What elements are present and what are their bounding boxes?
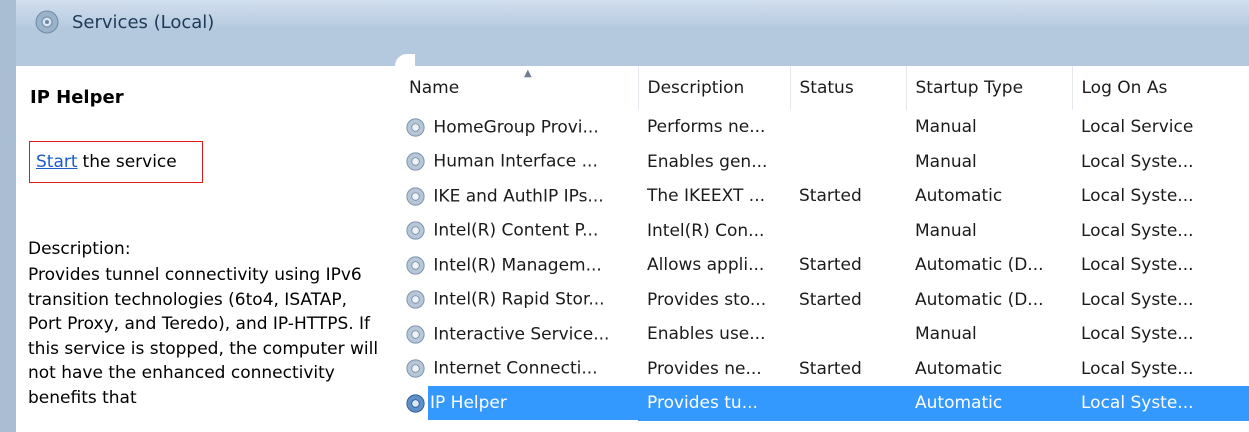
log-on-as-cell: Local Syste... bbox=[1072, 386, 1249, 421]
description-cell: Performs ne... bbox=[647, 117, 766, 138]
start-service-highlight: Start the service bbox=[29, 141, 203, 183]
selected-service-name: IP Helper bbox=[30, 87, 124, 108]
status-cell bbox=[790, 214, 906, 249]
window-left-edge bbox=[0, 0, 16, 432]
startup-type-cell: Manual bbox=[915, 220, 977, 241]
description-cell: Enables use... bbox=[647, 324, 766, 345]
startup-type-cell: Automatic bbox=[915, 186, 1003, 207]
service-gear-icon bbox=[406, 359, 425, 378]
description-cell: Provides sto... bbox=[647, 289, 767, 310]
service-name-cell: Internet Connecti... bbox=[400, 352, 638, 387]
description-cell: Provides ne... bbox=[647, 358, 762, 379]
log-on-as-cell: Local Syste... bbox=[1081, 289, 1194, 310]
startup-type-cell: Automatic (D... bbox=[915, 255, 1044, 276]
description-cell: The IKEEXT ... bbox=[647, 186, 766, 207]
extended-description-pane: IP Helper Start the service Description:… bbox=[16, 66, 388, 432]
service-name-cell: IKE and AuthIP IPs... bbox=[400, 179, 638, 214]
service-name-cell: Human Interface ... bbox=[400, 145, 638, 180]
startup-type-cell: Automatic (D... bbox=[915, 289, 1044, 310]
table-row[interactable]: Human Interface ... Enables gen... Manua… bbox=[400, 145, 1249, 180]
service-gear-icon bbox=[406, 118, 425, 137]
table-row-selected[interactable]: IP Helper Provides tu... Automatic Local… bbox=[400, 386, 1249, 421]
service-name-cell: Intel(R) Managem... bbox=[400, 248, 638, 283]
service-gear-icon bbox=[406, 187, 425, 206]
log-on-as-cell: Local Syste... bbox=[1081, 358, 1194, 379]
table-header-row: ▲ Name Description Status Startup Type L… bbox=[400, 66, 1249, 110]
service-gear-icon bbox=[406, 256, 425, 275]
start-service-suffix: the service bbox=[82, 152, 177, 172]
header-title: Services (Local) bbox=[72, 11, 215, 33]
log-on-as-cell: Local Syste... bbox=[1081, 220, 1194, 241]
description-label: Description: bbox=[28, 239, 131, 259]
column-header-status[interactable]: Status bbox=[790, 66, 907, 110]
status-cell bbox=[790, 145, 906, 180]
service-name-cell: Intel(R) Rapid Stor... bbox=[400, 283, 638, 318]
column-header-description[interactable]: Description bbox=[638, 66, 791, 110]
description-text: Provides tunnel connectivity using IPv6 … bbox=[28, 265, 379, 408]
startup-type-cell: Manual bbox=[915, 117, 977, 138]
main-content: IP Helper Start the service Description:… bbox=[16, 66, 1249, 432]
column-header-name[interactable]: ▲ Name bbox=[400, 66, 639, 110]
sort-ascending-icon: ▲ bbox=[524, 68, 532, 79]
startup-type-cell: Automatic bbox=[915, 358, 1003, 379]
status-cell: Started bbox=[799, 358, 862, 379]
start-service-link[interactable]: Start bbox=[36, 152, 78, 172]
log-on-as-cell: Local Syste... bbox=[1081, 324, 1194, 345]
description-cell: Enables gen... bbox=[647, 151, 768, 172]
status-cell: Started bbox=[799, 255, 862, 276]
service-name-cell: HomeGroup Provi... bbox=[400, 110, 638, 145]
services-header: Services (Local) bbox=[16, 0, 1249, 44]
table-row[interactable]: Intel(R) Managem... Allows appli... Star… bbox=[400, 248, 1249, 283]
description-cell: Allows appli... bbox=[647, 255, 765, 276]
table-row[interactable]: Intel(R) Rapid Stor... Provides sto... S… bbox=[400, 283, 1249, 318]
service-gear-icon bbox=[406, 290, 425, 309]
service-gear-icon bbox=[406, 325, 425, 344]
service-name-cell: IP Helper bbox=[400, 386, 638, 421]
services-gear-icon bbox=[35, 10, 59, 34]
status-cell: Started bbox=[799, 289, 862, 310]
description-cell: Intel(R) Con... bbox=[647, 220, 765, 241]
services-list-pane: ▲ Name Description Status Startup Type L… bbox=[400, 66, 1249, 432]
table-row[interactable]: IKE and AuthIP IPs... The IKEEXT ... Sta… bbox=[400, 179, 1249, 214]
service-gear-icon bbox=[406, 394, 425, 413]
status-cell: Started bbox=[799, 186, 862, 207]
services-table: ▲ Name Description Status Startup Type L… bbox=[400, 66, 1249, 421]
column-header-startup-type[interactable]: Startup Type bbox=[906, 66, 1073, 110]
startup-type-cell: Manual bbox=[915, 151, 977, 172]
status-cell bbox=[790, 386, 906, 421]
log-on-as-cell: Local Syste... bbox=[1081, 186, 1194, 207]
log-on-as-cell: Local Syste... bbox=[1081, 255, 1194, 276]
table-row[interactable]: Intel(R) Content P... Intel(R) Con... Ma… bbox=[400, 214, 1249, 249]
status-cell bbox=[790, 110, 906, 145]
service-gear-icon bbox=[406, 152, 425, 171]
column-header-log-on-as[interactable]: Log On As bbox=[1072, 66, 1249, 110]
log-on-as-cell: Local Service bbox=[1081, 117, 1194, 138]
service-name-cell: Intel(R) Content P... bbox=[400, 214, 638, 249]
startup-type-cell: Manual bbox=[915, 324, 977, 345]
log-on-as-cell: Local Syste... bbox=[1081, 151, 1194, 172]
startup-type-cell: Automatic bbox=[906, 386, 1072, 421]
table-row[interactable]: Internet Connecti... Provides ne... Star… bbox=[400, 352, 1249, 387]
status-cell bbox=[790, 317, 906, 352]
service-name-cell: Interactive Service... bbox=[400, 317, 638, 352]
table-row[interactable]: Interactive Service... Enables use... Ma… bbox=[400, 317, 1249, 352]
service-gear-icon bbox=[406, 221, 425, 240]
table-row[interactable]: HomeGroup Provi... Performs ne... Manual… bbox=[400, 110, 1249, 145]
description-cell: Provides tu... bbox=[638, 386, 790, 421]
